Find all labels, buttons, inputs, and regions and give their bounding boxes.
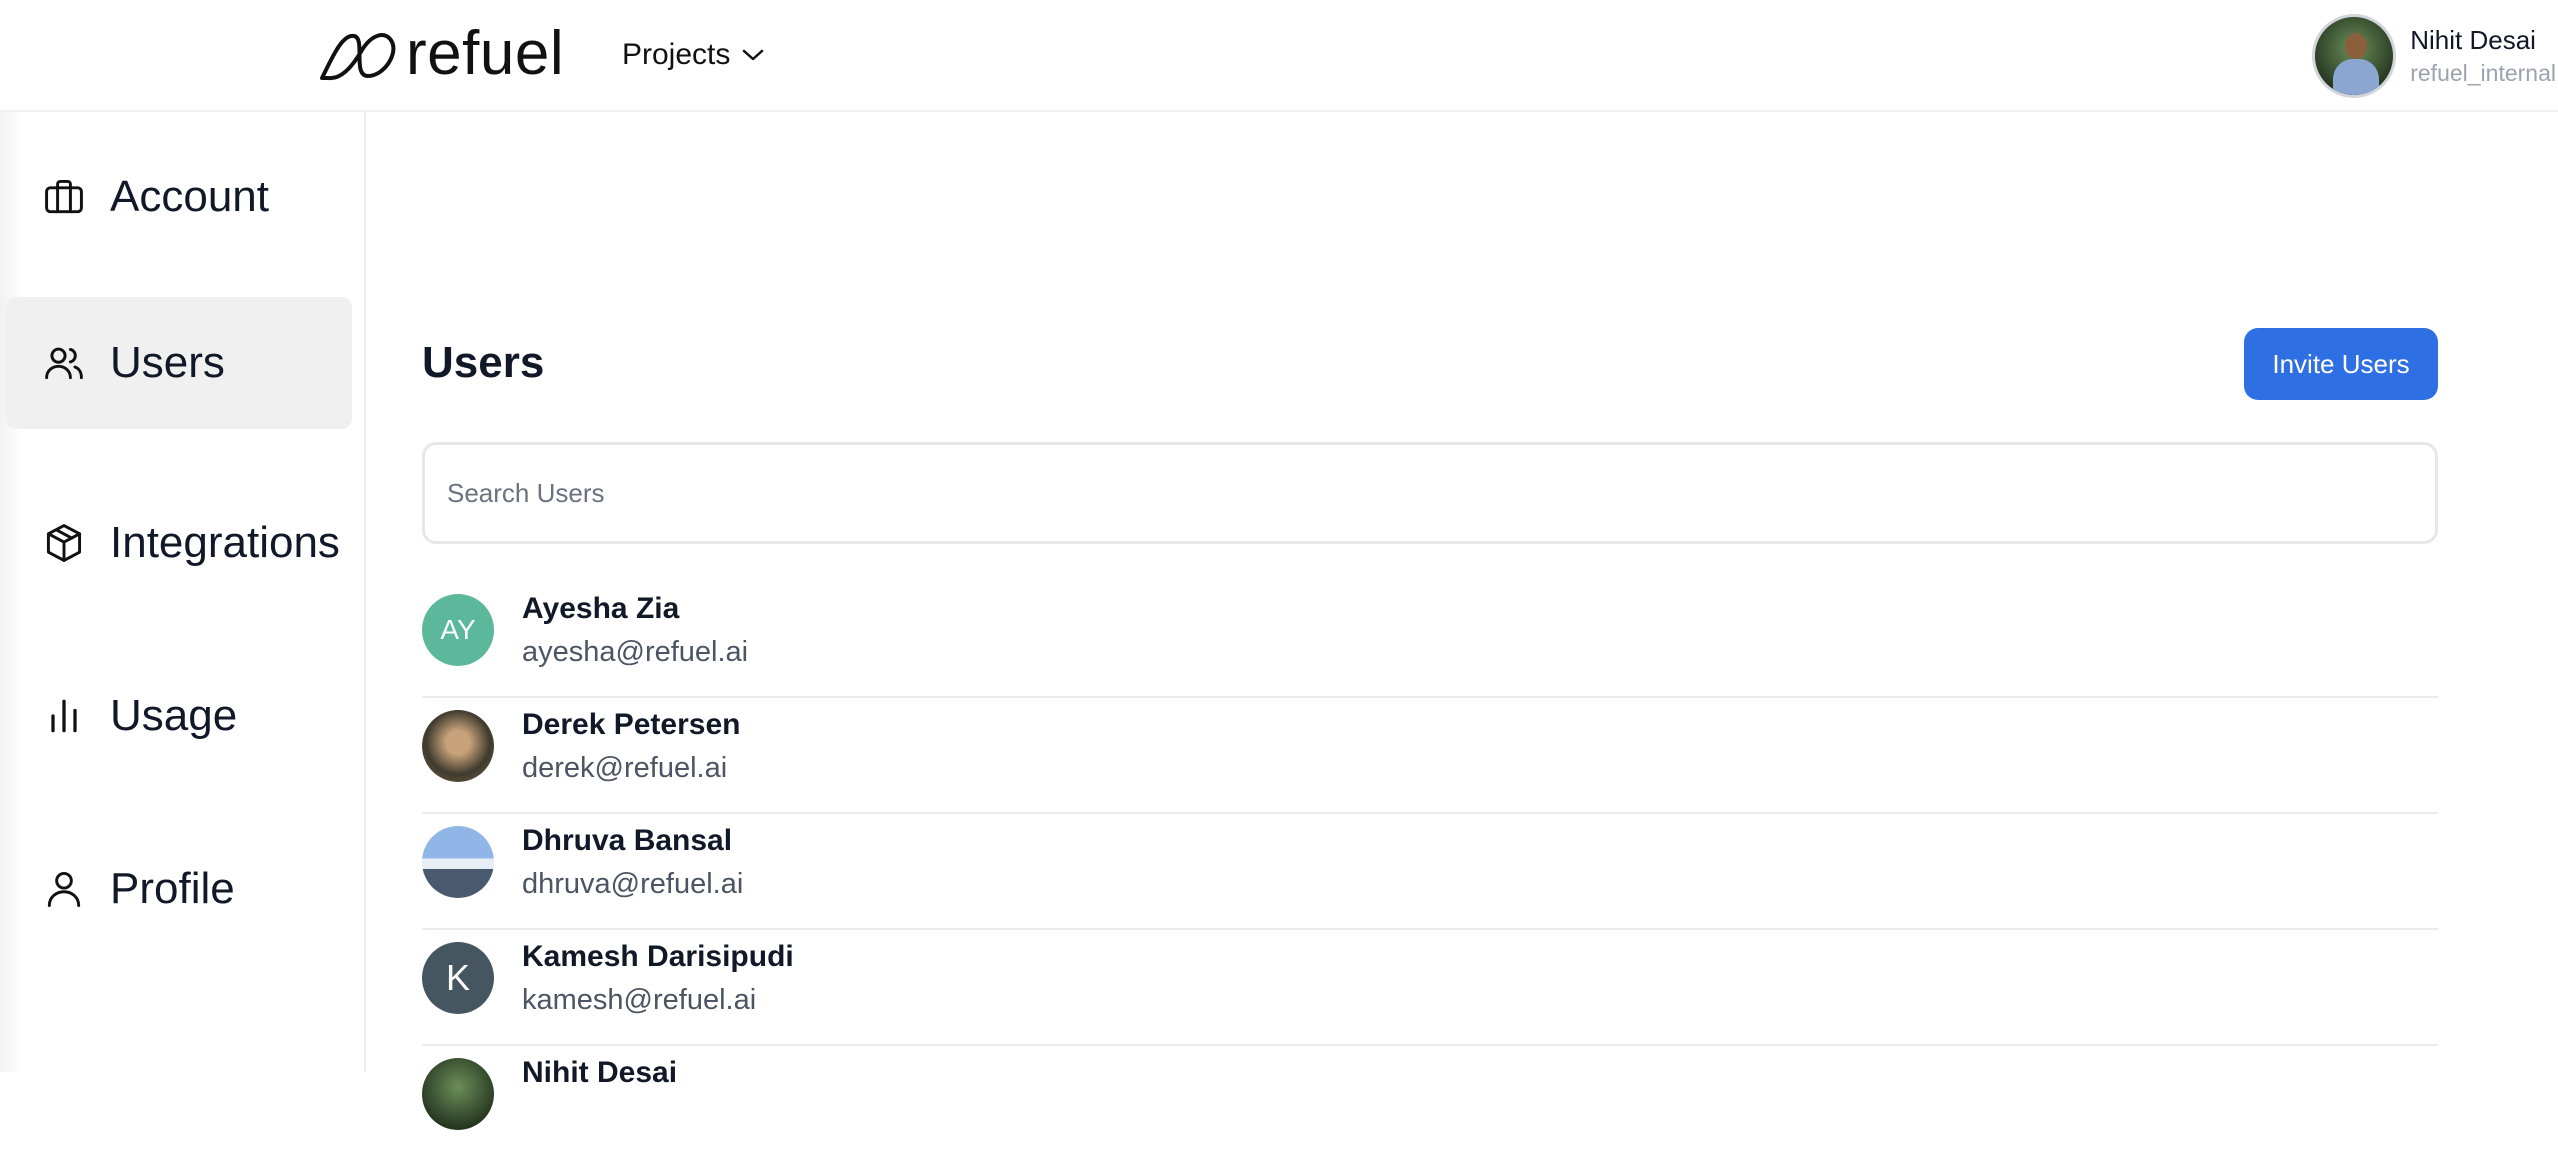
user-row-email: dhruva@refuel.ai <box>522 868 744 900</box>
briefcase-icon <box>45 179 83 214</box>
page-title: Users <box>422 338 545 387</box>
user-row-email: kamesh@refuel.ai <box>522 984 757 1016</box>
sidebar-item-users[interactable]: Users <box>6 297 352 429</box>
user-row-name: Dhruva Bansal <box>522 824 733 857</box>
chevron-down-icon <box>743 49 764 61</box>
user-row[interactable]: AY Ayesha Zia ayesha@refuel.ai <box>422 582 2438 698</box>
cube-icon <box>46 524 82 562</box>
refuel-logo[interactable]: refuel <box>318 22 564 90</box>
sidebar-item-label: Users <box>110 338 225 387</box>
user-photo-avatar <box>422 826 494 898</box>
search-users-input[interactable] <box>422 442 2438 544</box>
user-row[interactable]: Derek Petersen derek@refuel.ai <box>422 698 2438 814</box>
sidebar-item-label: Account <box>110 172 269 221</box>
user-photo-avatar <box>422 710 494 782</box>
user-row-name: Derek Petersen <box>522 708 741 741</box>
user-row-email: derek@refuel.ai <box>522 752 728 784</box>
user-avatar <box>2312 14 2397 98</box>
sidebar-item-integrations[interactable]: Integrations <box>6 478 352 608</box>
user-row-name: Nihit Desai <box>522 1056 678 1089</box>
user-org: refuel_internal <box>2410 60 2556 86</box>
user-menu[interactable]: Nihit Desai refuel_internal <box>2312 14 2558 98</box>
sidebar-item-label: Profile <box>110 864 235 913</box>
users-page: Users Invite Users AY Ayesha Zia ayesha@… <box>368 112 2558 1130</box>
users-list: AY Ayesha Zia ayesha@refuel.ai Derek Pet… <box>422 582 2438 1162</box>
user-icon <box>47 871 81 907</box>
projects-dropdown[interactable]: Projects <box>622 30 764 80</box>
sidebar-item-profile[interactable]: Profile <box>6 824 352 954</box>
user-row[interactable]: K Kamesh Darisipudi kamesh@refuel.ai <box>422 930 2438 1046</box>
user-photo-avatar <box>422 1058 494 1130</box>
user-row-name: Kamesh Darisipudi <box>522 940 794 973</box>
refuel-loop-icon <box>320 33 396 81</box>
top-navigation-bar: refuel Projects Nihit Desai refuel_inter… <box>0 0 2558 112</box>
settings-sidebar: Account Users Integrations Usage Profile <box>0 112 366 1072</box>
bar-chart-icon <box>51 699 77 733</box>
sidebar-item-account[interactable]: Account <box>6 132 352 262</box>
user-row-name: Ayesha Zia <box>522 592 680 625</box>
user-row[interactable]: Nihit Desai <box>422 1046 2438 1162</box>
sidebar-item-usage[interactable]: Usage <box>6 651 352 781</box>
user-initials-avatar: AY <box>422 594 494 666</box>
projects-label: Projects <box>622 38 731 71</box>
users-icon <box>45 347 83 380</box>
sidebar-item-label: Usage <box>110 691 238 740</box>
sidebar-item-label: Integrations <box>110 518 340 567</box>
user-name: Nihit Desai <box>2410 25 2536 55</box>
user-row-email: ayesha@refuel.ai <box>522 636 749 668</box>
user-row[interactable]: Dhruva Bansal dhruva@refuel.ai <box>422 814 2438 930</box>
invite-users-button[interactable]: Invite Users <box>2244 328 2438 400</box>
user-initials-avatar: K <box>422 942 494 1014</box>
brand-wordmark: refuel <box>406 19 565 88</box>
